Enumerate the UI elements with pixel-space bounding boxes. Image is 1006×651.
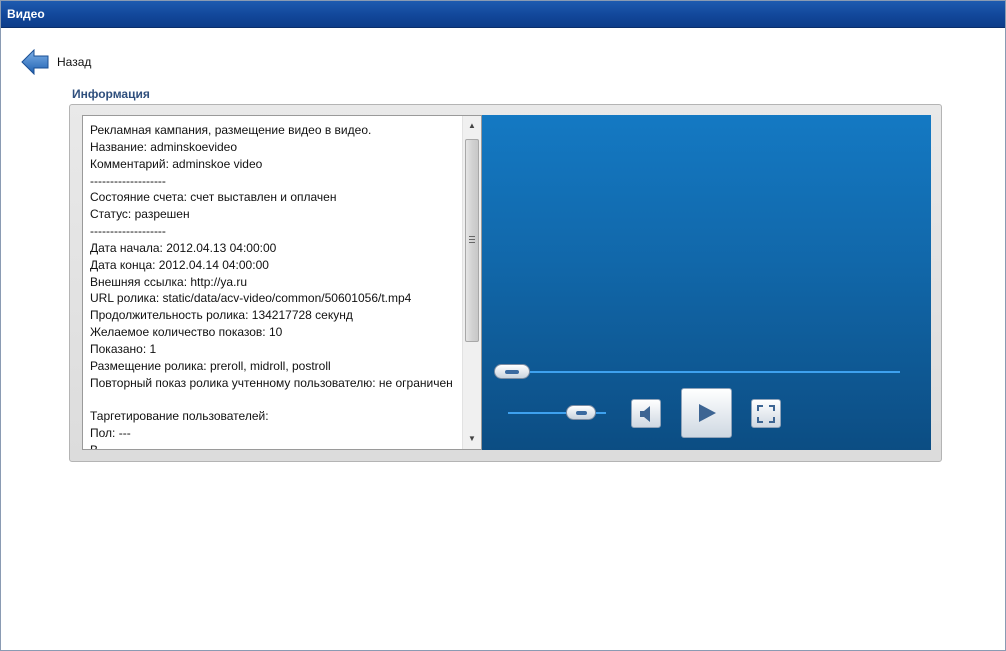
info-line: В: [90, 442, 462, 449]
fullscreen-icon: [757, 404, 775, 423]
info-line: Внешняя ссылка: http://ya.ru: [90, 274, 248, 289]
speaker-icon: [640, 405, 650, 422]
info-line: Статус: разрешен: [90, 207, 190, 222]
video-player[interactable]: [482, 115, 931, 450]
info-line: Название: adminskoevideo: [90, 139, 238, 154]
volume-slider-handle[interactable]: [566, 405, 596, 420]
info-line: Желаемое количество показов: 10: [90, 325, 283, 340]
info-line: Повторный показ ролика учтенному пользов…: [90, 375, 453, 390]
info-line: Комментарий: adminskoe video: [90, 156, 263, 171]
info-lines: Рекламная кампания, размещение видео в в…: [90, 122, 462, 449]
info-line: -------------------: [90, 173, 166, 188]
play-icon: [698, 404, 716, 422]
back-arrow-icon: [21, 49, 49, 75]
vertical-scrollbar[interactable]: ▲ ▼: [462, 116, 481, 449]
fullscreen-button[interactable]: [751, 399, 781, 428]
info-line: -------------------: [90, 224, 166, 239]
scroll-down-icon[interactable]: ▼: [463, 431, 481, 447]
window-title: Видео: [7, 7, 45, 21]
info-line: Рекламная кампания, размещение видео в в…: [90, 123, 372, 137]
info-text-area[interactable]: Рекламная кампания, размещение видео в в…: [82, 115, 482, 450]
info-line: Продолжительность ролика: 134217728 секу…: [90, 308, 353, 323]
info-line: Дата конца: 2012.04.14 04:00:00: [90, 257, 269, 272]
info-line: Дата начала: 2012.04.13 04:00:00: [90, 240, 277, 255]
info-line: Размещение ролика: preroll, midroll, pos…: [90, 358, 331, 373]
play-button[interactable]: [681, 388, 732, 438]
info-line: Пол: ---: [90, 426, 131, 441]
section-title: Информация: [72, 87, 150, 101]
info-line: Таргетирование пользователей:: [90, 409, 269, 424]
info-line: Показано: 1: [90, 341, 157, 356]
info-line: URL ролика: static/data/acv-video/common…: [90, 291, 412, 306]
scroll-up-icon[interactable]: ▲: [463, 118, 481, 134]
scroll-thumb[interactable]: [465, 139, 479, 342]
title-bar: Видео: [1, 1, 1005, 28]
progress-slider-handle[interactable]: [494, 364, 530, 379]
info-line: Состояние счета: счет выставлен и оплаче…: [90, 190, 337, 205]
back-label: Назад: [57, 55, 92, 69]
mute-button[interactable]: [631, 399, 661, 428]
info-line: [90, 392, 462, 409]
grip-icon: [469, 236, 475, 244]
progress-track[interactable]: [502, 371, 900, 373]
video-window: Видео Назад Информация Рекламная кампани…: [0, 0, 1006, 651]
back-button[interactable]: Назад: [21, 49, 91, 75]
